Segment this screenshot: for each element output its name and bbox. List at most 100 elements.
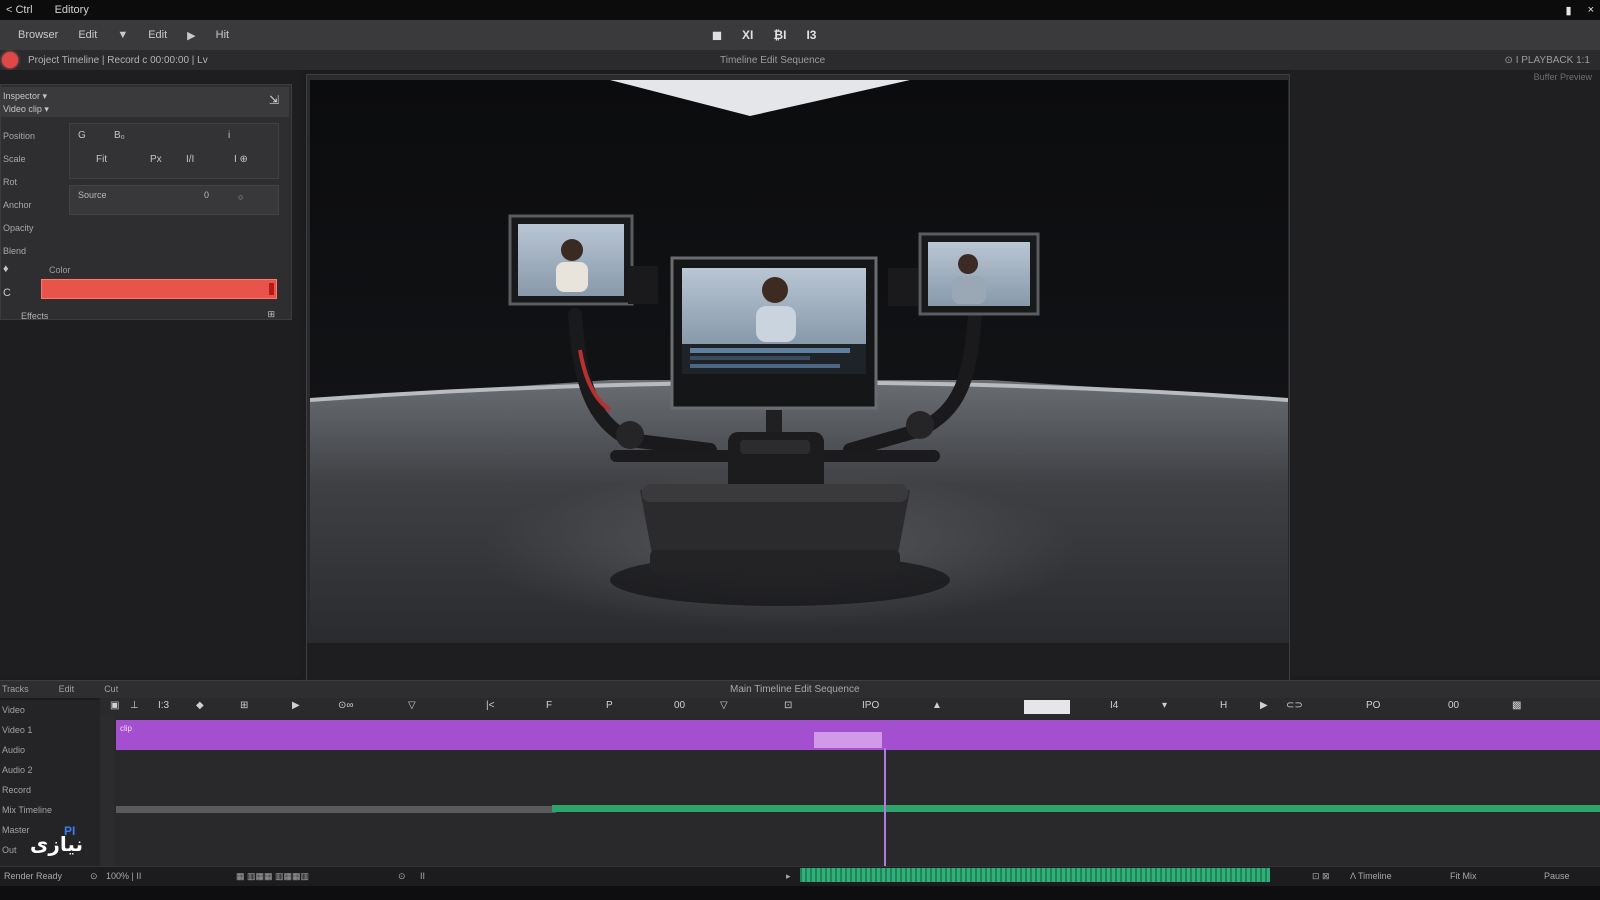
prop-label: Blend (3, 246, 27, 256)
ruler-tool[interactable]: ⊞ (240, 700, 248, 711)
ruler-tool[interactable]: ⊂⊃ (1286, 700, 1303, 711)
audio-lane-muted[interactable] (116, 806, 556, 813)
track-label[interactable]: Mix Timeline (0, 800, 100, 820)
eyedropper-icon[interactable]: C (3, 281, 11, 305)
timeline-ruler[interactable]: ▣ ⊥ I:3 ◆ ⊞ ▶ ⊙∞ ▽ |< F P 00 ▽ ⊡ IPO ▲ I… (100, 698, 1600, 716)
view-buttons[interactable]: ▦ ▥▦▦ ▥▦▦▥ (236, 871, 309, 882)
color-slider-handle[interactable] (269, 283, 274, 295)
right-panel-caption: Buffer Preview (1533, 72, 1592, 82)
menu-play[interactable]: ▶ (187, 29, 195, 42)
source-toggle-icon[interactable]: ○ (238, 192, 243, 202)
prop-value[interactable]: I ⊕ (234, 154, 248, 165)
tab-cut[interactable]: Cut (104, 684, 118, 694)
in-out-marker[interactable] (1024, 700, 1070, 714)
tab-tracks[interactable]: Tracks (2, 684, 29, 694)
prop-label: Opacity (3, 223, 34, 233)
ruler-tool[interactable]: ▽ (408, 700, 416, 711)
menu-browser[interactable]: Browser (18, 29, 58, 41)
ruler-tool[interactable]: 00 (1448, 700, 1459, 711)
ruler-tool[interactable]: ⊙∞ (338, 700, 354, 711)
ruler-tool[interactable]: ▽ (720, 700, 728, 711)
stop-button[interactable]: ◼ (712, 28, 722, 42)
inspector-title[interactable]: Inspector ▾ (3, 91, 47, 102)
color-slider[interactable] (41, 279, 277, 299)
ruler-tool[interactable]: ▩ (1512, 700, 1521, 711)
pause-icon[interactable]: II (420, 871, 425, 881)
ruler-tool[interactable]: F (546, 700, 552, 711)
menu-edit[interactable]: Edit (78, 29, 97, 41)
ruler-tool[interactable]: ⊥ (130, 700, 139, 711)
source-label: Source (78, 190, 107, 200)
split-button[interactable]: XI (742, 28, 753, 42)
video-clip[interactable]: clip (116, 720, 1600, 750)
app-menu[interactable]: < Ctrl (6, 4, 33, 16)
scroll-arrow-icon[interactable]: ▸ (786, 871, 791, 882)
prop-value[interactable]: Px (150, 154, 162, 165)
effects-label[interactable]: Effects (21, 311, 48, 321)
menu-dropdown[interactable]: ▼ (117, 29, 128, 41)
playhead[interactable] (884, 748, 886, 866)
record-icon[interactable] (2, 52, 18, 68)
track-label[interactable]: Video (0, 700, 100, 720)
track-label[interactable]: Audio (0, 740, 100, 760)
ruler-tool[interactable]: I4 (1110, 700, 1118, 711)
watermark-badge: PI (64, 824, 76, 838)
prop-value[interactable]: B₀ (114, 130, 125, 141)
inspector-panel: Inspector ▾ Video clip ▾ ⇲ Position Scal… (0, 84, 292, 321)
source-field[interactable]: Source 0 ○ (69, 185, 279, 215)
settings-icon[interactable]: ⊙ (90, 871, 98, 882)
prop-value[interactable]: G (78, 130, 86, 141)
ruler-tool[interactable]: ⊡ (784, 700, 792, 711)
transport-controls: ◼ XI ₿I I3 (712, 24, 816, 46)
left-panel: Inspector ▾ Video clip ▾ ⇲ Position Scal… (0, 70, 300, 676)
ruler-tool[interactable]: ▾ (1162, 700, 1167, 711)
close-button[interactable]: × (1588, 4, 1594, 17)
prop-value[interactable]: I/I (186, 154, 194, 165)
view-toggle-icons[interactable]: ⊡ ⊠ (1312, 871, 1330, 882)
menu-hit[interactable]: Hit (216, 29, 229, 41)
fit-mix[interactable]: Fit Mix (1450, 871, 1477, 881)
audio-lane[interactable] (552, 805, 1600, 812)
ruler-tool[interactable]: ◆ (196, 700, 204, 711)
ruler-tool[interactable]: ▶ (292, 700, 300, 711)
ruler-tool[interactable]: P (606, 700, 613, 711)
audio-waveform[interactable] (800, 868, 1270, 882)
clip-type-select[interactable]: Video clip ▾ (3, 104, 49, 115)
pause-label[interactable]: Pause (1544, 871, 1570, 881)
prop-value[interactable]: i (228, 130, 230, 141)
track-label[interactable]: Video 1 (0, 720, 100, 740)
frame-button[interactable]: I3 (806, 28, 816, 42)
clip-selection[interactable] (814, 732, 882, 748)
prop-value[interactable]: Fit (96, 154, 107, 165)
ruler-tool[interactable]: ▣ (110, 700, 119, 711)
inspector-header: Inspector ▾ Video clip ▾ ⇲ (1, 87, 289, 117)
right-panel: Buffer Preview (1290, 70, 1600, 676)
property-labels: Position Scale Rot Anchor Opacity Blend (3, 129, 63, 267)
ruler-tool[interactable]: I:3 (158, 700, 169, 711)
tab-edit[interactable]: Edit (59, 684, 75, 694)
ruler-tool[interactable]: |< (486, 700, 494, 711)
timeline-tabs: Tracks Edit Cut (2, 684, 118, 694)
ruler-tool[interactable]: ▲ (932, 700, 942, 711)
ruler-tool[interactable]: IPO (862, 700, 879, 711)
ruler-tool[interactable]: 00 (674, 700, 685, 711)
snap-icon[interactable]: ⊙ (398, 871, 406, 882)
minimize-button[interactable]: ▮ (1566, 4, 1572, 17)
zoom-level[interactable]: 100% | II (106, 871, 141, 881)
ruler-tool[interactable]: PO (1366, 700, 1380, 711)
ruler-tool[interactable]: ▶ (1260, 700, 1268, 711)
timeline-mode[interactable]: Λ Timeline (1350, 871, 1392, 881)
track-label[interactable]: Record (0, 780, 100, 800)
pin-icon[interactable]: ⇲ (269, 93, 279, 107)
video-preview[interactable] (310, 80, 1288, 642)
source-value[interactable]: 0 (204, 190, 209, 200)
ruler-tool[interactable]: H (1220, 700, 1227, 711)
effects-icon[interactable]: ⊞ (267, 309, 275, 320)
transform-controls: G B₀ i Fit Px I/I I ⊕ (69, 123, 279, 179)
track-label[interactable]: Audio 2 (0, 760, 100, 780)
track-gutter (100, 716, 114, 866)
playback-info[interactable]: ⊙ I PLAYBACK 1:1 (1505, 55, 1590, 66)
menu-edit-2[interactable]: Edit (148, 29, 167, 41)
diamond-icon[interactable]: ♦ (3, 257, 11, 281)
marker-button[interactable]: ₿I (773, 28, 786, 42)
